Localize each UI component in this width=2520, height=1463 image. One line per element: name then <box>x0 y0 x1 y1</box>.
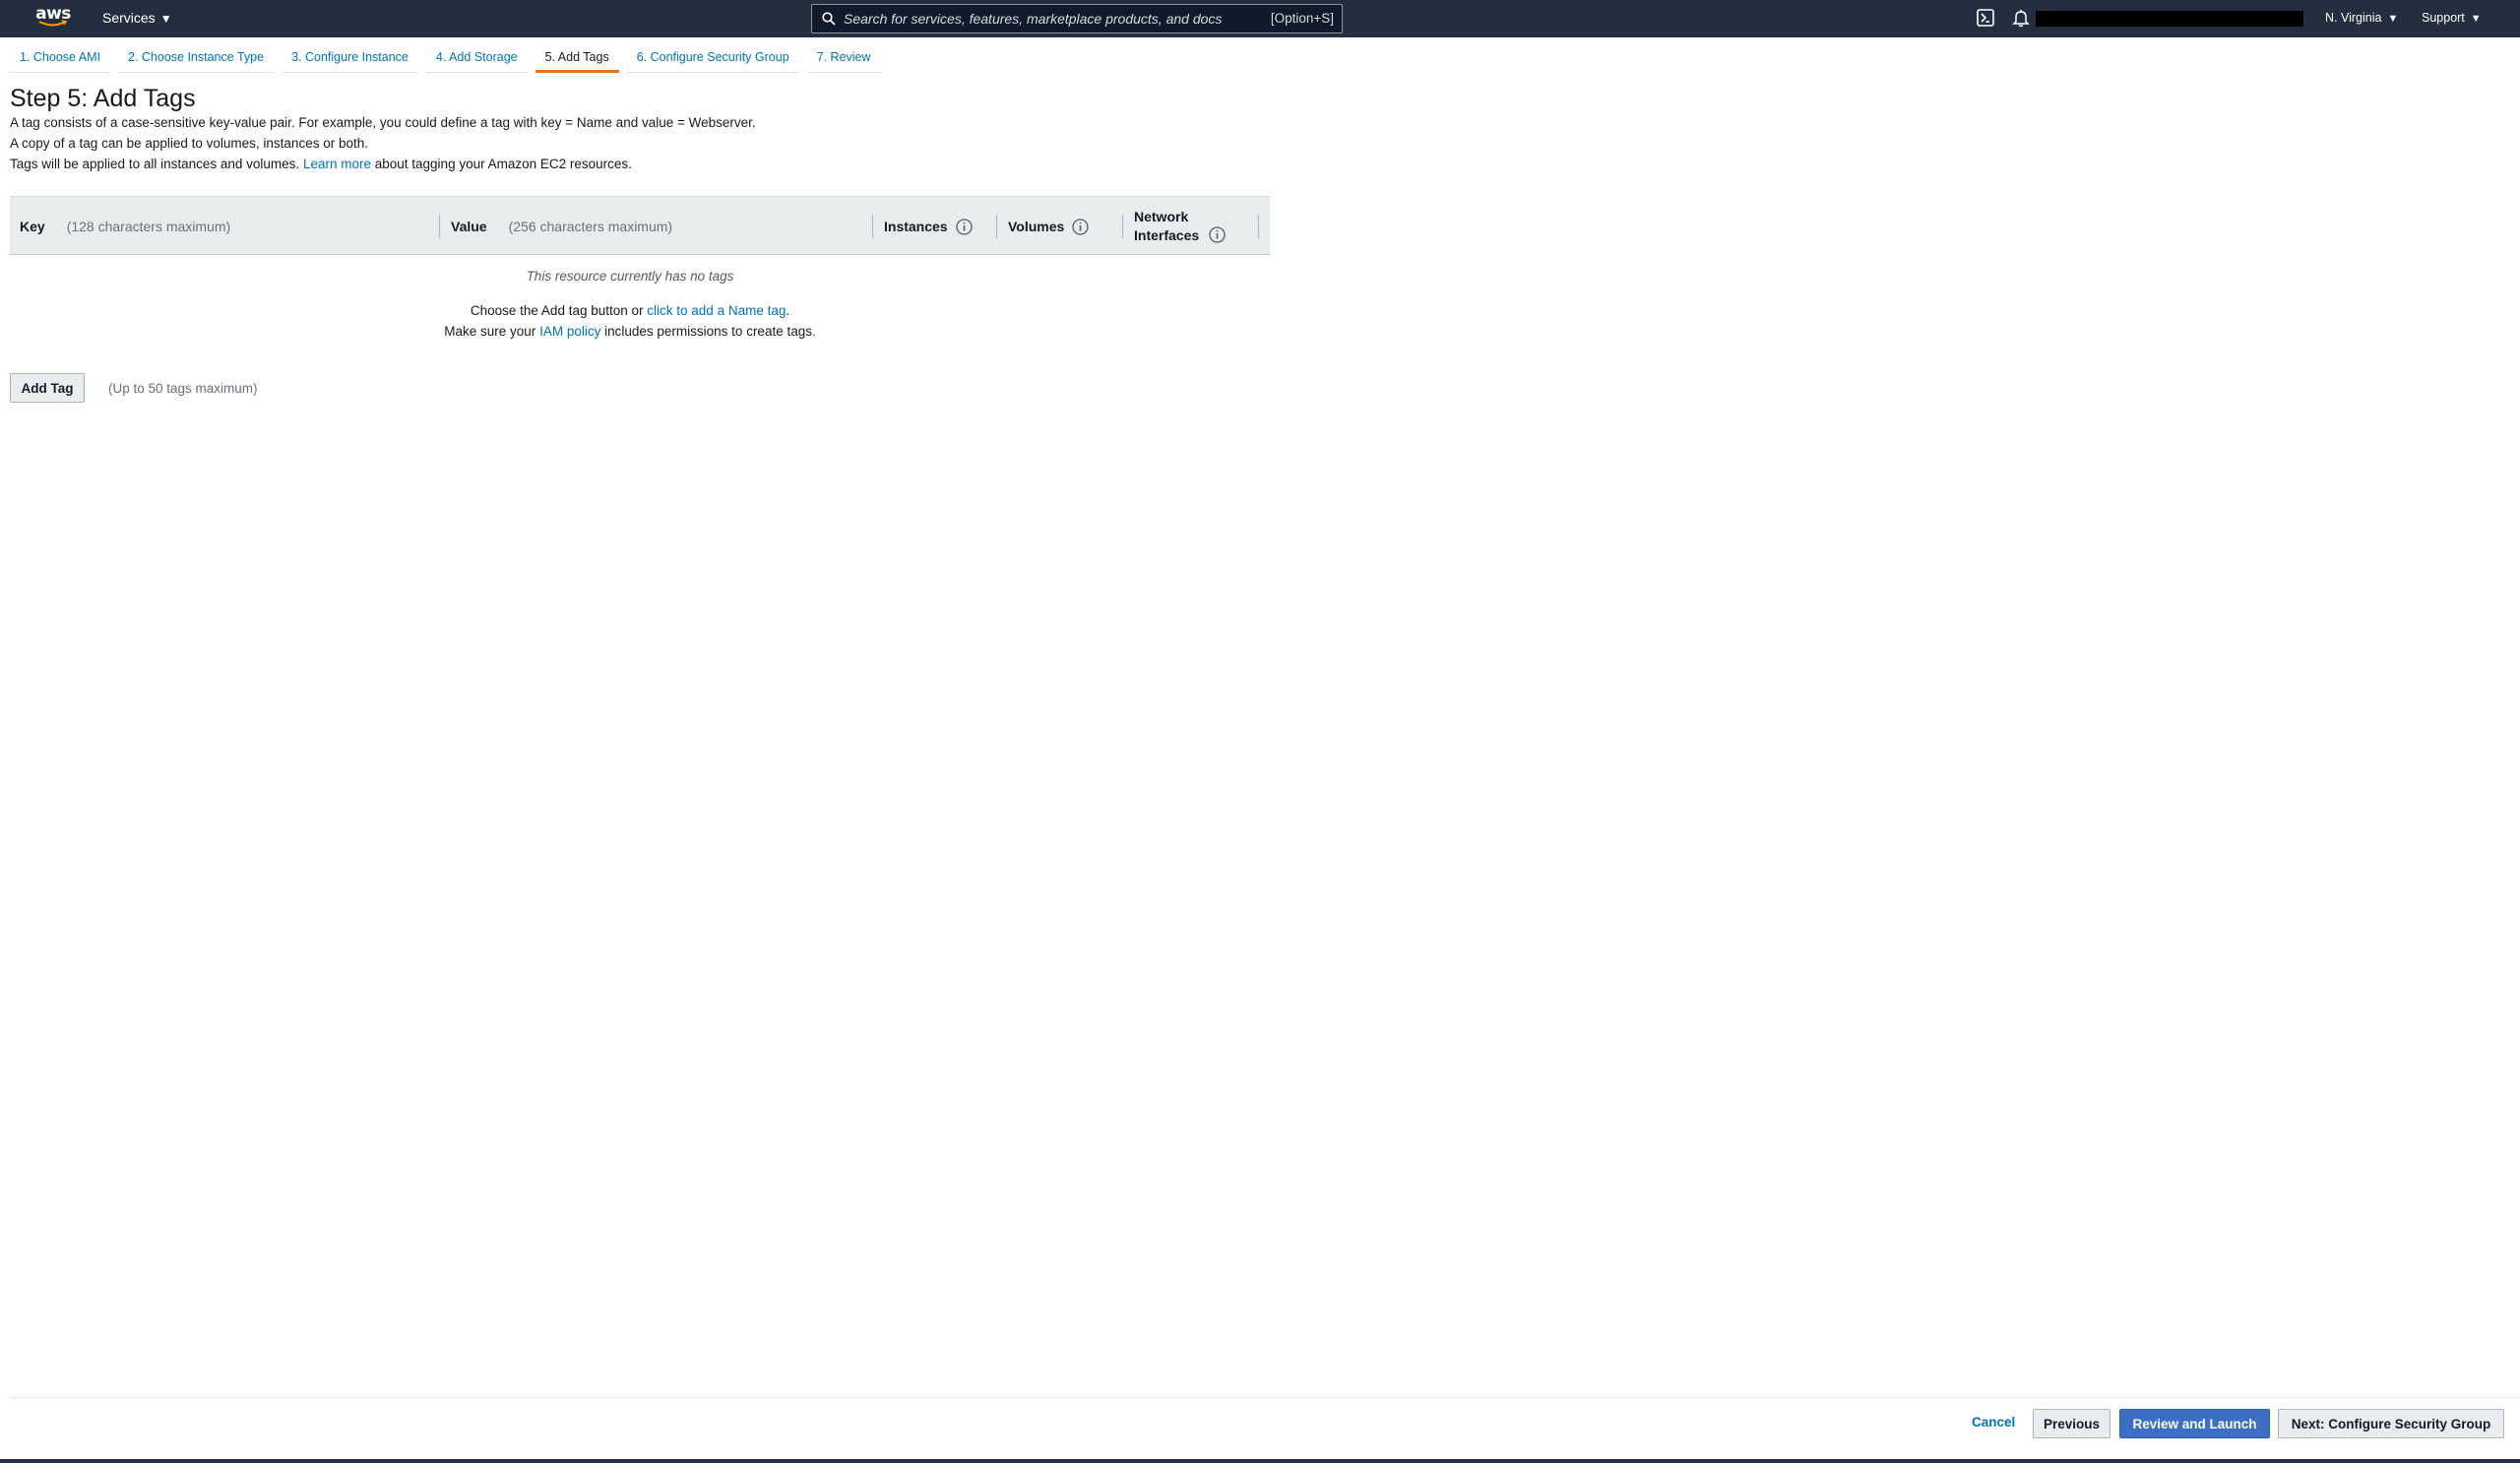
choose-text-pre: Choose the Add tag button or <box>470 303 644 318</box>
add-tag-instructions: Choose the Add tag button or click to ad… <box>10 303 1250 318</box>
empty-tags-message: This resource currently has no tags <box>526 269 734 284</box>
description-line-3-post: about tagging your Amazon EC2 resources. <box>374 157 632 171</box>
description-line-2: A copy of a tag can be applied to volume… <box>10 136 368 151</box>
column-value-hint: (256 characters maximum) <box>508 219 673 234</box>
column-divider <box>996 215 997 238</box>
cancel-button[interactable]: Cancel <box>1972 1415 2015 1430</box>
search-shortcut-hint: [Option+S] <box>1270 11 1334 26</box>
column-value: Value (256 characters maximum) <box>439 197 672 256</box>
previous-button[interactable]: Previous <box>2033 1409 2110 1438</box>
services-label: Services <box>102 10 156 26</box>
account-menu-redacted[interactable] <box>2036 11 2303 27</box>
caret-down-icon: ▼ <box>2470 13 2482 25</box>
tags-table-header: Key (128 characters maximum) Value (256 … <box>10 196 1270 255</box>
step-configure-security-group[interactable]: 6. Configure Security Group <box>626 43 799 73</box>
column-value-label: Value <box>451 219 487 234</box>
info-icon[interactable] <box>955 218 973 235</box>
step-choose-instance-type[interactable]: 2. Choose Instance Type <box>118 43 275 73</box>
add-tag-button[interactable]: Add Tag <box>10 373 85 403</box>
step-add-storage[interactable]: 4. Add Storage <box>425 43 528 73</box>
step-configure-instance[interactable]: 3. Configure Instance <box>282 43 418 73</box>
column-key-label: Key <box>20 219 45 234</box>
wizard-steps: 1. Choose AMI 2. Choose Instance Type 3.… <box>10 43 889 73</box>
caret-down-icon: ▼ <box>159 12 172 26</box>
description-line-3: Tags will be applied to all instances an… <box>10 157 632 171</box>
review-and-launch-button[interactable]: Review and Launch <box>2119 1409 2270 1438</box>
column-volumes: Volumes <box>996 197 1089 256</box>
info-icon[interactable] <box>1072 218 1089 235</box>
column-key-hint: (128 characters maximum) <box>66 219 231 234</box>
learn-more-link[interactable]: Learn more <box>303 157 371 171</box>
page-title: Step 5: Add Tags <box>10 85 196 112</box>
iam-policy-instructions: Make sure your IAM policy includes permi… <box>10 324 1250 339</box>
footer-divider <box>10 1397 2520 1398</box>
column-key: Key (128 characters maximum) <box>20 197 230 256</box>
iam-text-post: includes permissions to create tags. <box>604 324 816 339</box>
region-label: N. Virginia <box>2325 11 2382 25</box>
aws-logo[interactable]: aws <box>35 4 71 32</box>
column-instances-label: Instances <box>884 219 948 234</box>
cloudshell-icon[interactable] <box>1977 9 1994 27</box>
column-divider <box>439 215 440 238</box>
column-volumes-label: Volumes <box>1008 219 1065 234</box>
aws-smile-icon <box>38 20 68 27</box>
add-tag-limit-hint: (Up to 50 tags maximum) <box>108 381 258 396</box>
iam-text-pre: Make sure your <box>444 324 536 339</box>
search-input[interactable] <box>844 9 1237 29</box>
services-menu[interactable]: Services ▼ <box>102 0 172 37</box>
column-instances: Instances <box>872 197 973 256</box>
description-line-1: A tag consists of a case-sensitive key-v… <box>10 115 756 130</box>
info-icon[interactable] <box>1209 226 1226 243</box>
column-network-line-1: Network <box>1134 209 1189 224</box>
next-configure-security-group-button[interactable]: Next: Configure Security Group <box>2278 1409 2504 1438</box>
column-network-interfaces-label: Network Interfaces <box>1134 208 1226 245</box>
column-divider <box>872 215 873 238</box>
support-menu[interactable]: Support ▼ <box>2422 0 2482 37</box>
column-network-interfaces: Network Interfaces <box>1122 197 1259 256</box>
region-selector[interactable]: N. Virginia ▼ <box>2325 0 2398 37</box>
add-name-tag-link[interactable]: click to add a Name tag <box>647 303 786 318</box>
column-divider <box>1258 215 1259 238</box>
column-network-line-2: Interfaces <box>1134 227 1200 243</box>
top-navigation-bar: aws Services▼ [Option+S] N. Virginia▼ Su… <box>0 0 2520 37</box>
support-label: Support <box>2422 11 2465 25</box>
choose-text-post: . <box>786 303 790 318</box>
caret-down-icon: ▼ <box>2387 13 2399 25</box>
search-box[interactable]: [Option+S] <box>811 4 1343 33</box>
search-icon <box>822 12 836 26</box>
iam-policy-link[interactable]: IAM policy <box>539 324 600 339</box>
step-review[interactable]: 7. Review <box>806 43 881 73</box>
notifications-bell-icon[interactable] <box>2012 9 2030 28</box>
bottom-bar <box>0 1459 2520 1463</box>
column-divider <box>1122 215 1123 238</box>
step-choose-ami[interactable]: 1. Choose AMI <box>10 43 110 73</box>
description-line-3-pre: Tags will be applied to all instances an… <box>10 157 300 171</box>
step-add-tags[interactable]: 5. Add Tags <box>535 43 619 73</box>
